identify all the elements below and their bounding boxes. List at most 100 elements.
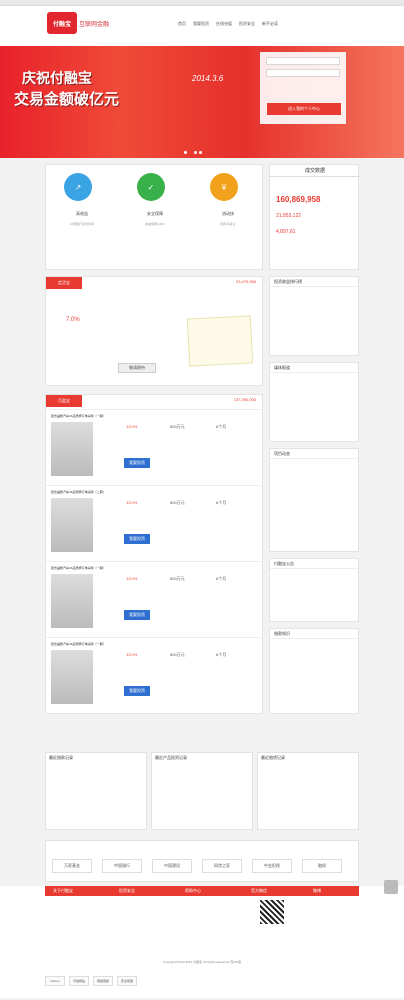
nav-home[interactable]: 首页 xyxy=(178,21,186,27)
footer-link[interactable]: 帮助中心 xyxy=(185,888,201,894)
loan-records-table: 最近借款记录 xyxy=(45,752,147,830)
partner-logo[interactable]: 中国银行 xyxy=(102,859,142,873)
banner-subtitle: 交易金额破亿元 xyxy=(14,91,120,108)
product-title[interactable]: 钜志晟腾汽车4S店质押订单采购（二期） xyxy=(51,490,106,494)
knowledge-box: 借款知识 xyxy=(269,628,359,714)
main-nav: 首页 我要投资 在线充值 投资安全 新手必读 xyxy=(178,14,358,34)
trust-badge[interactable]: 可信网站 xyxy=(69,976,89,986)
product-term: 6个月 xyxy=(216,576,227,581)
banner-title: 庆祝付融宝 xyxy=(22,70,92,86)
carousel-dot[interactable] xyxy=(194,151,197,154)
stay-tuned-button[interactable]: 敬请期待 xyxy=(118,363,156,373)
feature-panel: ↗ 高收益 10倍银行存款利率 ✓ 安全保障 本金保障100% ¥ 流动快 随时… xyxy=(45,164,263,270)
trust-badge[interactable]: Norton xyxy=(45,976,65,986)
feature-title: 流动快 xyxy=(222,211,234,216)
nav-invest[interactable]: 我要投资 xyxy=(193,21,209,27)
product-title[interactable]: 钜志晟腾汽车4S店质押订单采购（一期） xyxy=(51,414,106,418)
box-title: 投资收益排行榜 xyxy=(270,277,358,287)
product-item: 钜志晟腾汽车4S店质押订单采购（一期） 13.0% 800万元 6个月 我要投资 xyxy=(46,637,264,709)
nav-guide[interactable]: 新手必读 xyxy=(262,21,278,27)
product-term: 6个月 xyxy=(216,424,227,429)
media-report-box: 媒体报道 xyxy=(269,362,359,442)
invest-button[interactable]: 我要投资 xyxy=(124,686,150,696)
product-item: 钜志晟腾汽车4S店质押订单采购（二期） 13.0% 800万元 6个月 我要投资 xyxy=(46,485,264,557)
product-amount: 800万元 xyxy=(170,424,185,429)
feature-title: 安全保障 xyxy=(147,211,163,216)
product-amount: 800万元 xyxy=(170,652,185,657)
product-rate: 13.0% xyxy=(126,652,138,657)
stats-amount-total: 160,869,958 xyxy=(276,195,321,204)
feature-safety: ✓ 安全保障 本金保障100% xyxy=(119,165,191,271)
box-title: 项目动态 xyxy=(270,449,358,459)
carousel-dot-active[interactable] xyxy=(189,151,192,154)
feature-title: 高收益 xyxy=(76,211,88,216)
product-thumb xyxy=(51,574,93,628)
logo-mark[interactable]: 付融宝 xyxy=(47,12,77,34)
carousel-dot[interactable] xyxy=(199,151,202,154)
product-title[interactable]: 钜志晟腾汽车4S店质押订单采购（一期） xyxy=(51,642,106,646)
side-float-button[interactable] xyxy=(384,880,398,894)
nav-recharge[interactable]: 在线充值 xyxy=(216,21,232,27)
table-title: 最近借贷记录 xyxy=(261,755,285,760)
borrowing-records-table: 最近借贷记录 xyxy=(257,752,359,830)
feature-desc: 随时可转让 xyxy=(220,222,236,226)
footer-link[interactable]: 投资安全 xyxy=(119,888,135,894)
box-title: 付融宝公告 xyxy=(270,559,358,569)
stats-panel: 成交数据 160,869,958 21,853,122 4,897,61 xyxy=(269,164,360,270)
table-title: 最近借款记录 xyxy=(49,755,73,760)
partner-logo[interactable]: 中金担保 xyxy=(252,859,292,873)
stats-amount-2: 21,853,122 xyxy=(276,213,302,219)
table-title: 最近产品投资记录 xyxy=(155,755,187,760)
main-rate: 7.0% xyxy=(66,317,80,323)
footer-nav: 关于付融宝 投资安全 帮助中心 官方微信 微博 xyxy=(45,886,359,896)
box-title: 媒体报道 xyxy=(270,363,358,373)
notice-box: 付融宝公告 xyxy=(269,558,359,622)
partner-logo[interactable]: 中国建设 xyxy=(152,859,192,873)
product-amount: 800万元 xyxy=(170,500,185,505)
footer-link[interactable]: 微博 xyxy=(313,888,321,894)
invest-button[interactable]: 我要投资 xyxy=(124,534,150,544)
footer-link[interactable]: 关于付融宝 xyxy=(53,888,73,894)
stats-title: 成交数据 xyxy=(270,165,360,177)
carousel-dot[interactable] xyxy=(184,151,187,154)
section-amount-monthly: 137,390,000 xyxy=(233,397,256,402)
trust-badge[interactable]: 网络警察 xyxy=(93,976,113,986)
username-field[interactable] xyxy=(266,57,340,65)
trust-badge[interactable]: 安全联盟 xyxy=(117,976,137,986)
invest-button[interactable]: 我要投资 xyxy=(124,458,150,468)
product-title[interactable]: 钜志晟腾汽车4S店质押订单采购（一期） xyxy=(51,566,106,570)
footer: 关于付融宝 投资安全 帮助中心 官方微信 微博 Copyright©2013-2… xyxy=(0,886,404,998)
partner-logo[interactable]: 融保 xyxy=(302,859,342,873)
feature-liquidity: ¥ 流动快 随时可转让 xyxy=(192,165,264,271)
partner-logo[interactable]: 万家基金 xyxy=(52,859,92,873)
password-field[interactable] xyxy=(266,69,340,77)
login-box: 进入我的个人中心 xyxy=(260,52,346,124)
product-thumb xyxy=(51,422,93,476)
feature-high-return: ↗ 高收益 10倍银行存款利率 xyxy=(46,165,118,271)
monthly-product-list: 月盈宝 137,390,000 钜志晟腾汽车4S店质押订单采购（一期） 13.0… xyxy=(45,394,264,714)
nav-safety[interactable]: 投资安全 xyxy=(239,21,255,27)
qr-code xyxy=(260,900,284,924)
project-news-box: 项目动态 xyxy=(269,448,359,552)
section-tab[interactable]: 定活宝 xyxy=(46,277,82,289)
product-thumb xyxy=(51,650,93,704)
copyright: Copyright©2013-2014 付融宝 All Rights Reser… xyxy=(162,960,242,964)
footer-link[interactable]: 官方微信 xyxy=(251,888,267,894)
carousel-dots xyxy=(184,151,202,154)
box-title: 借款知识 xyxy=(270,629,358,639)
product-item: 钜志晟腾汽车4S店质押订单采购（一期） 13.0% 800万元 6个月 我要投资 xyxy=(46,561,264,633)
partner-panel: 万家基金 中国银行 中国建设 网贷之家 中金担保 融保 xyxy=(45,840,359,882)
product-term: 6个月 xyxy=(216,652,227,657)
partner-logo[interactable]: 网贷之家 xyxy=(202,859,242,873)
banner-date: 2014.3.6 xyxy=(192,74,224,83)
product-item: 钜志晟腾汽车4S店质押订单采购（一期） 13.0% 800万元 6个月 我要投资 xyxy=(46,409,264,481)
bottom-records: 最近借款记录 最近产品投资记录 最近借贷记录 xyxy=(45,752,359,830)
product-term: 6个月 xyxy=(216,500,227,505)
fixed-product-section: 定活宝 23,479,958 7.0% 敬请期待 xyxy=(45,276,263,386)
product-rate: 13.0% xyxy=(126,424,138,429)
personal-center-button[interactable]: 进入我的个人中心 xyxy=(267,103,341,115)
section-tab-monthly[interactable]: 月盈宝 xyxy=(46,395,82,407)
invest-button[interactable]: 我要投资 xyxy=(124,610,150,620)
product-rate: 13.0% xyxy=(126,500,138,505)
chart-icon: ↗ xyxy=(64,173,92,201)
